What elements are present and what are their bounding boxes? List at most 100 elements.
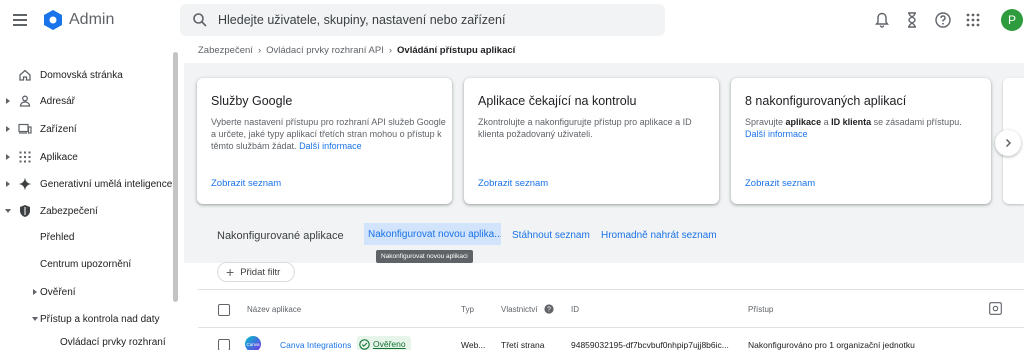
help-icon[interactable]: ? bbox=[544, 304, 554, 314]
view-list-link[interactable]: Zobrazit seznam bbox=[745, 178, 815, 189]
sidebar-item-label: Zařízení bbox=[40, 123, 77, 135]
card-title: 8 nakonfigurovaných aplikací bbox=[745, 94, 907, 108]
sidebar-item-access-data-control[interactable]: Přístup a kontrola nad daty bbox=[0, 308, 170, 330]
sparkle-icon bbox=[18, 177, 32, 191]
breadcrumb-separator: › bbox=[257, 45, 262, 56]
sidebar-item-label: Aplikace bbox=[40, 151, 78, 163]
app-name[interactable]: Admin bbox=[69, 11, 114, 29]
card-description-bold: ID klienta bbox=[831, 117, 872, 127]
top-bar: Admin Hledejte uživatele, skupiny, nasta… bbox=[0, 0, 1024, 40]
verified-label: Ověřeno bbox=[373, 339, 406, 349]
column-header-type[interactable]: Typ bbox=[461, 305, 474, 314]
divider bbox=[198, 289, 1024, 290]
view-list-link[interactable]: Zobrazit seznam bbox=[478, 178, 548, 189]
column-header-id[interactable]: ID bbox=[571, 305, 579, 314]
cell-type: Web... bbox=[461, 340, 486, 350]
card-configured-apps: 8 nakonfigurovaných aplikací Spravujte a… bbox=[731, 78, 991, 204]
devices-icon bbox=[18, 123, 32, 134]
sidebar-item-label: Adresář bbox=[40, 95, 76, 107]
add-filter-button[interactable]: + Přidat filtr bbox=[217, 262, 295, 282]
sidebar-item-alert-center[interactable]: Centrum upozornění bbox=[0, 253, 170, 275]
view-list-link[interactable]: Zobrazit seznam bbox=[211, 178, 281, 189]
apps-grid-icon bbox=[19, 151, 31, 163]
apps-grid-icon[interactable] bbox=[964, 11, 982, 29]
bulk-upload-button[interactable]: Hromadně nahrát seznam bbox=[601, 230, 717, 241]
plus-icon: + bbox=[226, 264, 235, 280]
breadcrumb: Zabezpečení › Ovládací prvky rozhraní API ›… bbox=[198, 45, 515, 56]
check-circle-icon bbox=[359, 338, 370, 350]
canva-logo-icon: Canva bbox=[245, 336, 261, 350]
admin-logo-icon bbox=[44, 10, 62, 30]
sidebar-item-security[interactable]: Zabezpečení bbox=[0, 200, 170, 222]
section-title: Nakonfigurované aplikace bbox=[217, 230, 344, 242]
sidebar-item-apps[interactable]: Aplikace bbox=[0, 146, 170, 168]
app-name-link[interactable]: Canva Integrations bbox=[280, 340, 351, 350]
sidebar-item-label: Ovládací prvky rozhraní bbox=[60, 336, 166, 348]
learn-more-link[interactable]: Další informace bbox=[745, 129, 808, 139]
cell-ownership: Třetí strana bbox=[501, 340, 545, 350]
sidebar-item-home[interactable]: Domovská stránka bbox=[0, 64, 170, 86]
card-title: Aplikace čekající na kontrolu bbox=[478, 94, 637, 108]
verified-badge[interactable]: Ověřeno bbox=[357, 336, 411, 350]
breadcrumb-item-api-controls[interactable]: Ovládací prvky rozhraní API bbox=[266, 45, 384, 56]
column-settings-icon[interactable] bbox=[989, 302, 1002, 315]
sidebar-item-overview[interactable]: Přehled bbox=[0, 226, 170, 248]
column-header-ownership[interactable]: Vlastnictví bbox=[501, 305, 537, 314]
learn-more-link[interactable]: Další informace bbox=[299, 141, 362, 151]
chevron-right-icon[interactable] bbox=[6, 181, 10, 187]
sidebar-item-label: Centrum upozornění bbox=[40, 258, 132, 270]
shield-icon bbox=[20, 205, 30, 217]
card-description-text: se zásadami přístupu. bbox=[873, 117, 962, 127]
breadcrumb-current: Ovládání přístupu aplikací bbox=[397, 45, 516, 56]
avatar[interactable]: P bbox=[1001, 9, 1023, 31]
sidebar-item-label: Přehled bbox=[40, 231, 75, 243]
person-icon bbox=[19, 95, 31, 107]
chevron-down-icon[interactable] bbox=[5, 209, 11, 213]
sidebar-scrollbar[interactable] bbox=[173, 52, 178, 302]
card-apps-pending-review: Aplikace čekající na kontrolu Zkontroluj… bbox=[464, 78, 719, 204]
search-icon bbox=[193, 13, 207, 27]
card-title: Služby Google bbox=[211, 94, 293, 108]
sidebar-item-generative-ai[interactable]: Generativní umělá inteligence bbox=[0, 173, 172, 195]
cell-id: 94859032195-df7bcvbuf0nhpip7ujj8b6ic... bbox=[571, 340, 729, 350]
hourglass-icon[interactable] bbox=[903, 11, 921, 29]
row-checkbox[interactable] bbox=[218, 339, 230, 350]
chevron-right-icon[interactable] bbox=[6, 98, 10, 104]
card-description: Zkontrolujte a nakonfigurujte přístup pr… bbox=[478, 117, 692, 139]
search-bar[interactable]: Hledejte uživatele, skupiny, nastavení n… bbox=[180, 4, 665, 36]
notifications-bell-icon[interactable] bbox=[873, 11, 891, 29]
sidebar: Domovská stránka Adresář Zařízení Aplika… bbox=[0, 60, 180, 350]
download-list-button[interactable]: Stáhnout seznam bbox=[512, 230, 590, 241]
chevron-right-icon[interactable] bbox=[33, 289, 37, 295]
breadcrumb-separator: › bbox=[388, 45, 393, 56]
sidebar-item-label: Domovská stránka bbox=[40, 69, 123, 81]
main-menu-button[interactable] bbox=[10, 10, 30, 30]
chevron-right-icon[interactable] bbox=[6, 154, 10, 160]
column-header-app-name[interactable]: Název aplikace bbox=[247, 305, 301, 314]
configure-new-app-button[interactable]: Nakonfigurovat novou aplika... bbox=[364, 223, 501, 245]
cell-access: Nakonfigurováno pro 1 organizační jednot… bbox=[748, 340, 915, 350]
card-description-bold: aplikace bbox=[785, 117, 822, 127]
select-all-checkbox[interactable] bbox=[218, 304, 230, 316]
breadcrumb-item-security[interactable]: Zabezpečení bbox=[198, 45, 253, 56]
next-card-button[interactable] bbox=[995, 130, 1021, 156]
card-description-text: a bbox=[823, 117, 829, 127]
home-icon bbox=[19, 69, 31, 81]
card-description: Spravujte aplikace a ID klienta se zásad… bbox=[745, 116, 985, 140]
chevron-right-icon[interactable] bbox=[6, 126, 10, 132]
add-filter-label: Přidat filtr bbox=[240, 266, 281, 278]
sidebar-item-api-controls[interactable]: Ovládací prvky rozhraní bbox=[0, 331, 170, 350]
sidebar-item-directory[interactable]: Adresář bbox=[0, 90, 170, 112]
chevron-right-icon bbox=[1005, 138, 1012, 148]
chevron-down-icon[interactable] bbox=[32, 317, 38, 321]
column-header-access[interactable]: Přístup bbox=[748, 305, 773, 314]
card-description: Vyberte nastavení přístupu pro rozhraní … bbox=[211, 116, 451, 152]
tooltip: Nakonfigurovat novou aplikaci bbox=[376, 250, 473, 263]
search-input[interactable]: Hledejte uživatele, skupiny, nastavení n… bbox=[218, 13, 505, 27]
sidebar-item-label: Zabezpečení bbox=[40, 205, 98, 217]
sidebar-item-authentication[interactable]: Ověření bbox=[0, 281, 170, 303]
sidebar-item-label: Ověření bbox=[40, 286, 76, 298]
help-icon[interactable] bbox=[934, 11, 952, 29]
sidebar-item-devices[interactable]: Zařízení bbox=[0, 118, 170, 140]
card-description-text: Spravujte bbox=[745, 117, 784, 127]
